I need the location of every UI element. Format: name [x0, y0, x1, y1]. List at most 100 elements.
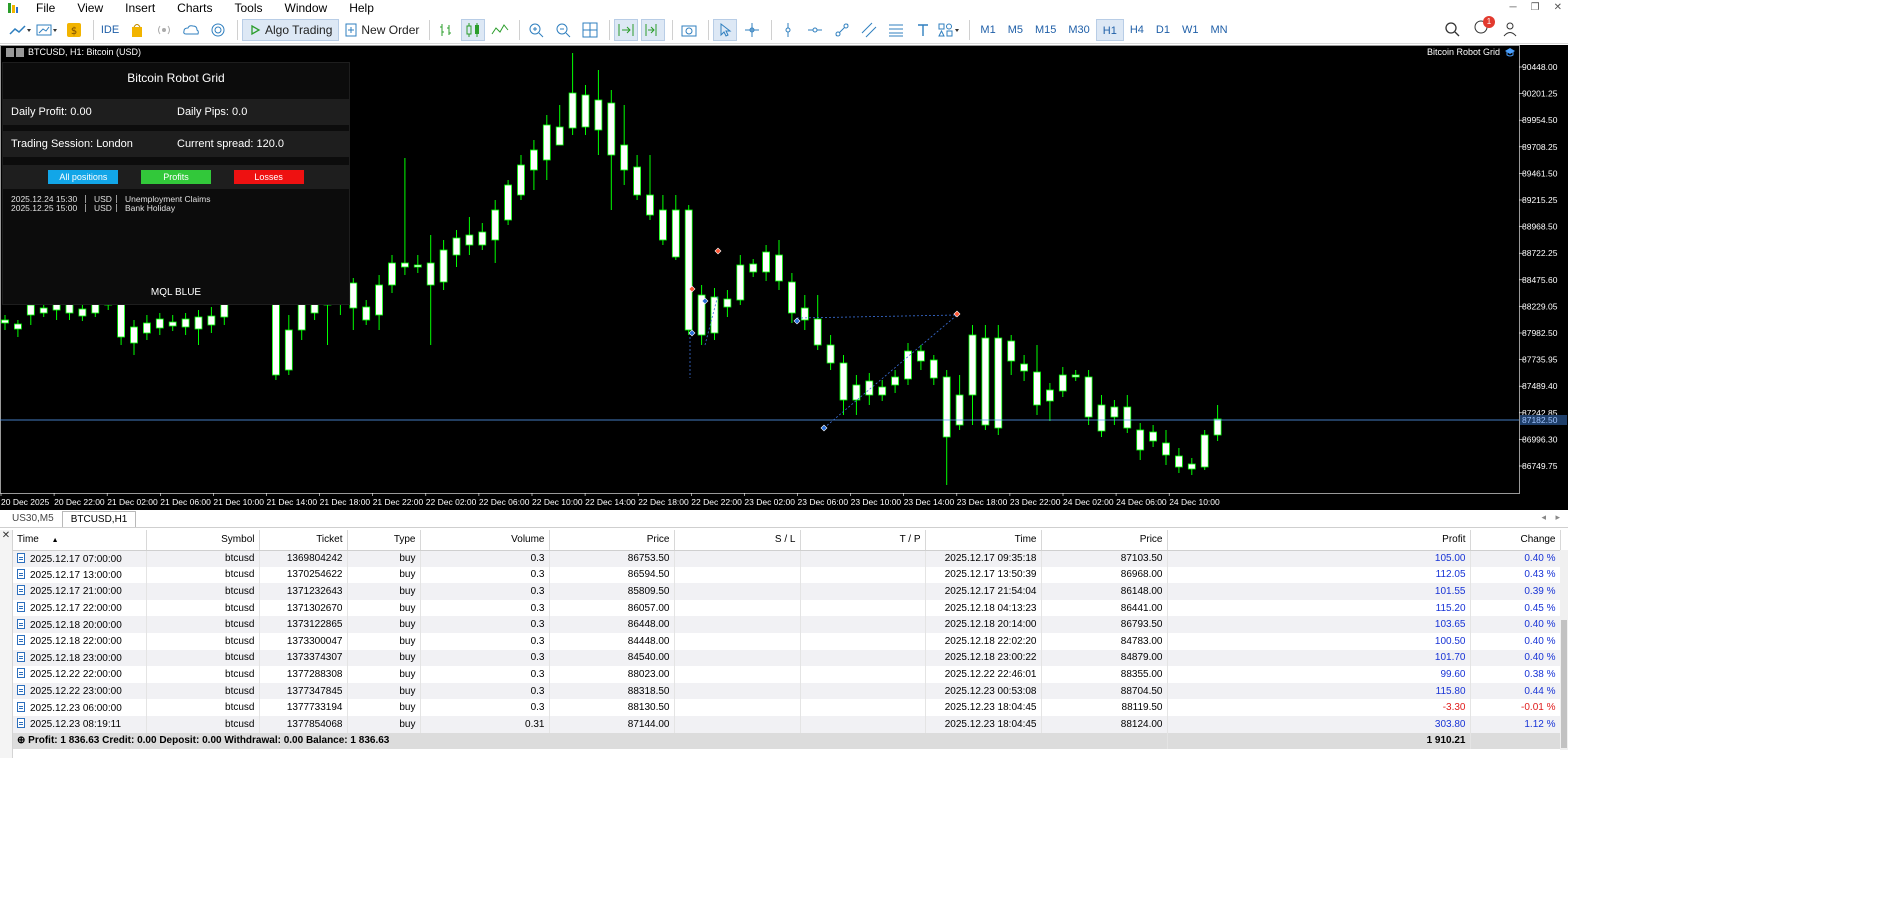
time-axis-label: 23 Dec 14:00 — [904, 497, 955, 507]
menu-tools[interactable]: Tools — [224, 0, 274, 16]
table-cell: 0.38 % — [1470, 666, 1561, 683]
candle-body — [568, 92, 577, 129]
menu-view[interactable]: View — [66, 0, 114, 16]
col-header-profit[interactable]: Profit — [1167, 530, 1471, 551]
trade-history-table: Time ▲ Symbol Ticket Type Volume Price S… — [13, 530, 1561, 749]
tab-scroll-right-icon[interactable]: ▸ — [1555, 512, 1560, 523]
price-chart[interactable]: 90448.00 90201.25 89954.50 89708.25 89461.50… — [0, 45, 1568, 510]
table-row[interactable]: 2025.12.17 21:00:00 btcusd 1371232643 buy 0.… — [13, 583, 1561, 600]
search-icon[interactable] — [1444, 21, 1460, 37]
bar-chart-icon[interactable] — [434, 19, 458, 41]
table-row[interactable]: 2025.12.17 07:00:00 btcusd 1369804242 buy 0.… — [13, 550, 1561, 567]
table-row[interactable]: 2025.12.17 22:00:00 btcusd 1371302670 buy 0.… — [13, 599, 1561, 617]
col-header-tp[interactable]: T / P — [800, 530, 926, 551]
table-row[interactable]: 2025.12.22 23:00:00 btcusd 1377347845 buy 0.… — [13, 682, 1561, 700]
col-header-volume[interactable]: Volume — [420, 530, 550, 551]
col-header-close-time[interactable]: Time — [925, 530, 1042, 551]
vps-icon[interactable] — [206, 19, 230, 41]
screenshot-icon[interactable] — [677, 19, 701, 41]
table-scrollbar[interactable] — [1560, 550, 1568, 750]
tab-btcusd-h1[interactable]: BTCUSD,H1 — [61, 511, 137, 527]
col-header-time[interactable]: Time ▲ — [13, 530, 147, 551]
col-header-sl[interactable]: S / L — [674, 530, 801, 551]
table-row[interactable]: 2025.12.18 22:00:00 btcusd 1373300047 buy 0.… — [13, 632, 1561, 650]
time-axis-label: 23 Dec 22:00 — [1010, 497, 1061, 507]
close-panel-icon[interactable]: ✕ — [0, 530, 13, 758]
menu-file[interactable]: File — [25, 0, 66, 16]
candle-body — [659, 209, 667, 241]
timeframe-w1[interactable]: W1 — [1176, 19, 1205, 41]
timeframe-m15[interactable]: M15 — [1029, 19, 1062, 41]
ide-button[interactable]: IDE — [98, 19, 122, 41]
table-row[interactable]: 2025.12.18 23:00:00 btcusd 1373374307 buy 0.… — [13, 649, 1561, 667]
candlestick-icon[interactable] — [461, 19, 486, 41]
col-header-type[interactable]: Type — [347, 530, 421, 551]
candle-body — [349, 282, 358, 309]
restore-icon[interactable]: ❐ — [1531, 0, 1540, 16]
tile-windows-icon[interactable] — [578, 19, 602, 41]
chart-shift-icon[interactable] — [641, 19, 666, 41]
menu-help[interactable]: Help — [338, 0, 385, 16]
crosshair-icon[interactable] — [740, 19, 764, 41]
menu-window[interactable]: Window — [274, 0, 339, 16]
menu-charts[interactable]: Charts — [166, 0, 223, 16]
dollar-icon[interactable]: $ — [62, 19, 86, 41]
table-row[interactable]: 2025.12.23 08:19:11 btcusd 1377854068 buy 0.… — [13, 715, 1561, 733]
timeframe-mn[interactable]: MN — [1204, 19, 1233, 41]
timeframe-h1[interactable]: H1 — [1095, 19, 1124, 41]
table-cell: 2025.12.22 22:46:01 — [925, 666, 1042, 683]
new-order-button[interactable]: New Order — [339, 19, 425, 41]
notifications-button[interactable]: 1 — [1472, 16, 1495, 38]
scrollbar-thumb[interactable] — [1561, 620, 1567, 748]
profits-button[interactable]: Profits — [140, 170, 211, 184]
buy-entry-marker — [688, 329, 696, 337]
news-currency: USD — [94, 202, 112, 213]
timeframe-m30[interactable]: M30 — [1062, 19, 1095, 41]
zoom-in-icon[interactable] — [524, 19, 548, 41]
col-header-price[interactable]: Price — [549, 530, 675, 551]
tab-scroll-left-icon[interactable]: ◂ — [1541, 512, 1546, 523]
minimize-icon[interactable]: ─ — [1510, 0, 1517, 16]
fibonacci-icon[interactable] — [884, 19, 908, 41]
col-header-symbol[interactable]: Symbol — [146, 530, 260, 551]
close-icon[interactable]: ✕ — [1554, 0, 1562, 16]
expand-summary-icon[interactable]: ⊕ — [17, 735, 28, 746]
shapes-icon[interactable] — [938, 19, 962, 41]
table-row[interactable]: 2025.12.22 22:00:00 btcusd 1377288308 buy 0.… — [13, 666, 1561, 683]
table-row[interactable]: 2025.12.23 06:00:00 btcusd 1377733194 buy 0.… — [13, 699, 1561, 716]
signals-icon[interactable] — [152, 19, 176, 41]
chart-template-icon[interactable] — [35, 19, 59, 41]
timeframe-d1[interactable]: D1 — [1150, 19, 1176, 41]
vertical-line-icon[interactable] — [776, 19, 800, 41]
text-icon[interactable] — [911, 19, 935, 41]
horizontal-line-icon[interactable] — [803, 19, 827, 41]
timeframe-m5[interactable]: M5 — [1002, 19, 1029, 41]
auto-scroll-icon[interactable] — [614, 19, 639, 41]
line-chart-icon[interactable] — [488, 19, 512, 41]
candle-body — [684, 209, 693, 331]
table-row[interactable]: 2025.12.18 20:00:00 btcusd 1373122865 buy 0.… — [13, 616, 1561, 633]
market-bag-icon[interactable] — [125, 19, 149, 41]
timeframe-h4[interactable]: H4 — [1124, 19, 1150, 41]
col-header-close-price[interactable]: Price — [1041, 530, 1168, 551]
channel-icon[interactable] — [857, 19, 881, 41]
col-header-change[interactable]: Change — [1470, 530, 1561, 551]
cell-text: 2025.12.18 23:00:00 — [30, 652, 122, 664]
table-row[interactable]: 2025.12.17 13:00:00 btcusd 1370254622 buy 0.… — [13, 566, 1561, 584]
cursor-icon[interactable] — [713, 19, 738, 41]
zoom-out-icon[interactable] — [551, 19, 575, 41]
timeframe-m1[interactable]: M1 — [974, 19, 1001, 41]
candle-body — [1007, 340, 1016, 362]
all-positions-button[interactable]: All positions — [48, 170, 119, 184]
menu-insert[interactable]: Insert — [114, 0, 166, 16]
session-row: Trading Session: London Current spread: … — [3, 131, 349, 157]
table-cell — [800, 715, 926, 733]
tab-us30-m5[interactable]: US30,M5 — [4, 511, 62, 527]
algo-trading-button[interactable]: Algo Trading — [242, 19, 340, 41]
account-icon[interactable] — [1502, 21, 1518, 37]
col-header-ticket[interactable]: Ticket — [259, 530, 348, 551]
chart-type-icon[interactable] — [8, 19, 32, 41]
losses-button[interactable]: Losses — [233, 170, 304, 184]
trendline-icon[interactable] — [830, 19, 854, 41]
cloud-icon[interactable] — [179, 19, 203, 41]
